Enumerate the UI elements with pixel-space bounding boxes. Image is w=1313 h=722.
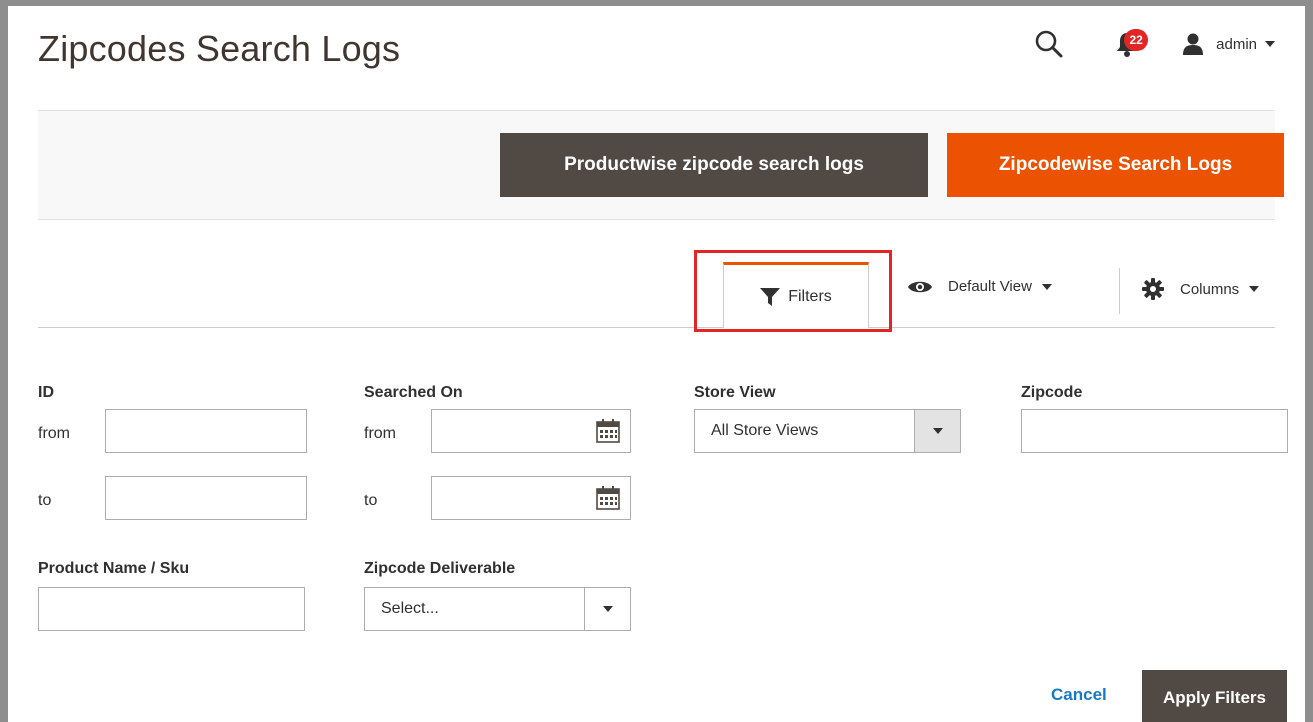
divider — [1119, 268, 1120, 314]
store-view-select[interactable]: All Store Views — [694, 409, 961, 453]
select-arrow — [584, 588, 630, 630]
zipcode-deliverable-value: Select... — [381, 600, 439, 617]
page-title: Zipcodes Search Logs — [38, 28, 401, 69]
columns-dropdown[interactable]: Columns — [1142, 278, 1260, 300]
id-to-input[interactable] — [105, 476, 307, 520]
product-name-sku-input[interactable] — [38, 587, 305, 631]
chevron-down-icon — [1249, 286, 1260, 292]
header-actions: 22 admin — [1034, 26, 1275, 62]
user-name: admin — [1216, 35, 1257, 53]
product-name-sku-label: Product Name / Sku — [38, 560, 190, 577]
chevron-down-icon — [1041, 283, 1052, 290]
chevron-down-icon — [932, 428, 943, 434]
filters-button[interactable]: Filters — [723, 262, 869, 328]
productwise-logs-button[interactable]: Productwise zipcode search logs — [500, 133, 928, 197]
store-view-label: Store View — [694, 384, 776, 401]
zipcode-label: Zipcode — [1021, 384, 1083, 401]
cancel-button[interactable]: Cancel — [1051, 685, 1107, 705]
user-menu[interactable]: admin — [1182, 33, 1275, 55]
search-icon[interactable] — [1034, 29, 1064, 59]
searched-from-input[interactable] — [431, 409, 631, 453]
zipcodewise-logs-button[interactable]: Zipcodewise Search Logs — [947, 133, 1284, 197]
id-to-label: to — [38, 492, 52, 509]
zipcode-deliverable-select[interactable]: Select... — [364, 587, 631, 631]
default-view-label: Default View — [948, 278, 1032, 295]
eye-icon — [908, 281, 932, 292]
calendar-icon[interactable] — [596, 419, 620, 443]
calendar-icon[interactable] — [596, 486, 620, 510]
apply-filters-button[interactable]: Apply Filters — [1142, 670, 1287, 722]
filters-label: Filters — [788, 287, 832, 305]
searched-to-input[interactable] — [431, 476, 631, 520]
searched-from-label: from — [364, 425, 396, 442]
filter-icon — [760, 287, 781, 306]
notification-badge: 22 — [1124, 29, 1149, 51]
id-from-input[interactable] — [105, 409, 307, 453]
select-arrow — [914, 410, 960, 452]
grid-toolbar: Filters Default View Columns — [38, 250, 1275, 332]
id-from-label: from — [38, 425, 70, 442]
notifications-button[interactable]: 22 — [1112, 29, 1149, 59]
chevron-down-icon — [1265, 41, 1275, 47]
page-content: Zipcodes Search Logs 22 admin Productwis… — [38, 12, 1288, 722]
chevron-down-icon — [602, 606, 613, 612]
store-view-value: All Store Views — [711, 422, 819, 439]
zipcode-deliverable-label: Zipcode Deliverable — [364, 560, 516, 577]
columns-label: Columns — [1180, 280, 1240, 298]
default-view-dropdown[interactable]: Default View — [908, 278, 1052, 295]
searched-to-label: to — [364, 492, 378, 509]
searched-on-label: Searched On — [364, 384, 463, 401]
page-actions-bar: Productwise zipcode search logs Zipcodew… — [38, 110, 1284, 220]
id-filter-label: ID — [38, 384, 54, 401]
user-icon — [1183, 33, 1204, 55]
gear-icon — [1142, 278, 1164, 300]
zipcode-input[interactable] — [1021, 409, 1288, 453]
window-frame: Zipcodes Search Logs 22 admin Productwis… — [0, 0, 1313, 722]
